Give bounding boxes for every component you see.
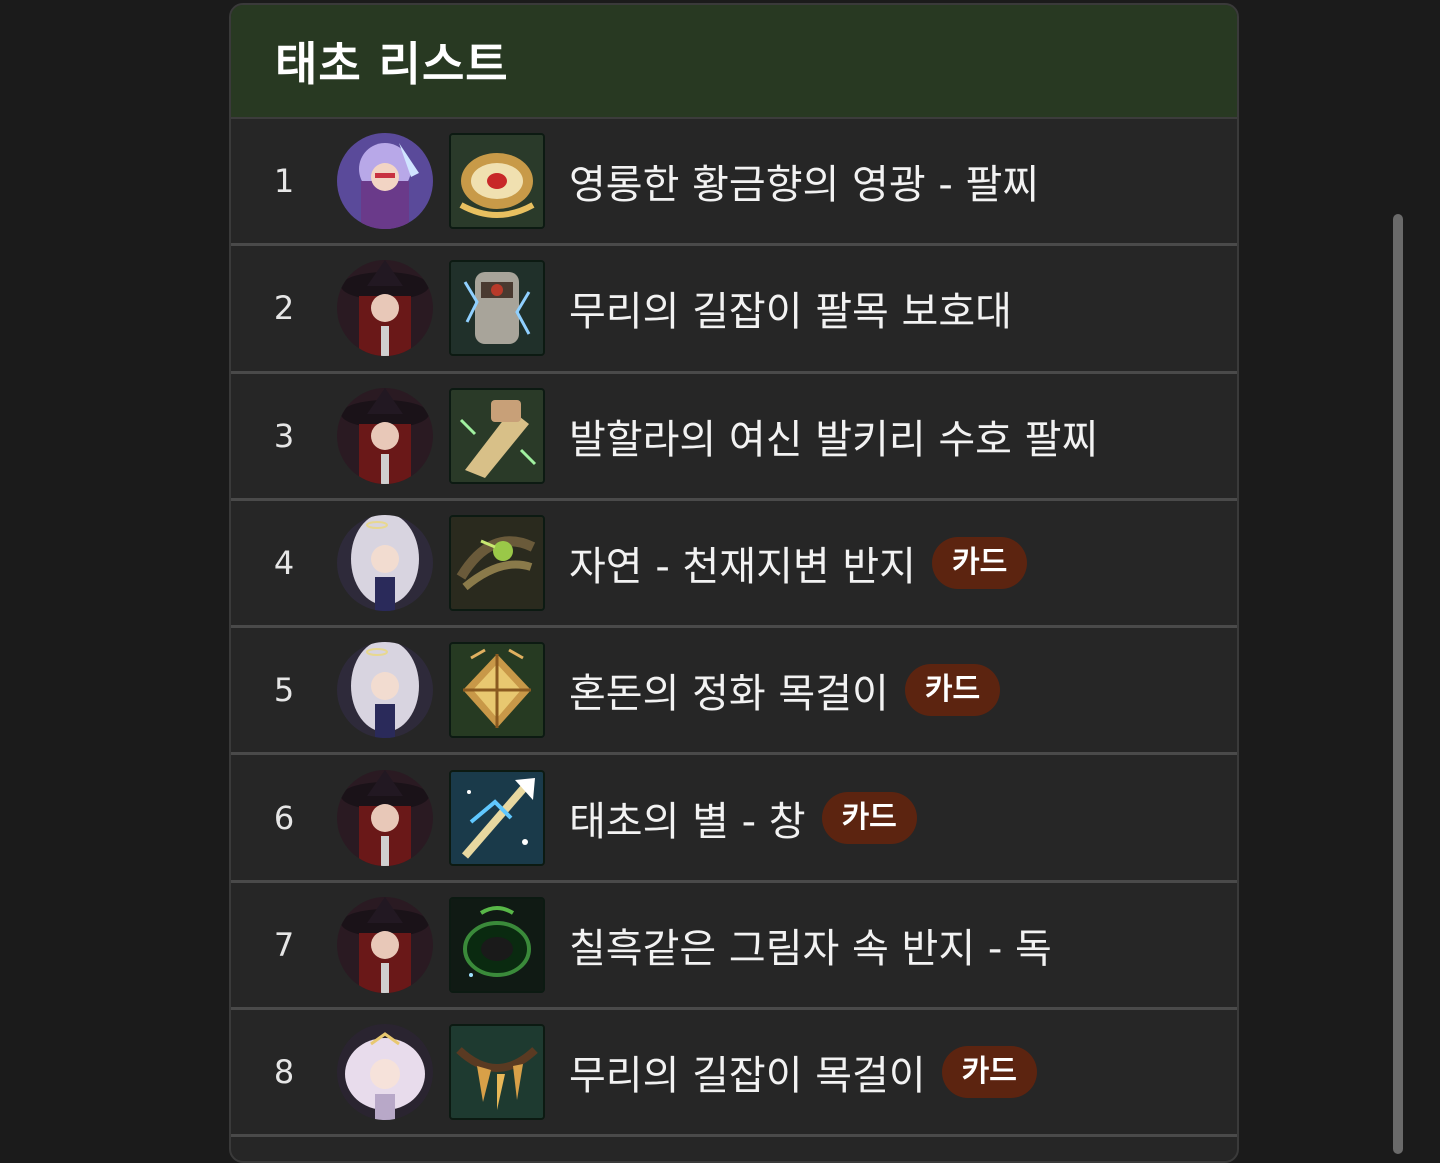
card-badge: 카드 bbox=[941, 1046, 1037, 1099]
wrist-guard-icon bbox=[449, 260, 545, 357]
list-item[interactable]: 8 무리의 길잡이 목걸이 카드 bbox=[231, 1010, 1237, 1138]
item-name: 무리의 길잡이 목걸이 bbox=[569, 1053, 926, 1100]
character-white-hair-icon bbox=[337, 515, 433, 612]
character-pale-girl-icon bbox=[337, 1024, 433, 1121]
rank-number: 4 bbox=[273, 544, 295, 583]
item-name: 무리의 길잡이 팔목 보호대 bbox=[569, 289, 1012, 336]
list-item[interactable]: 3 발할라의 여신 발키리 수호 팔찌 bbox=[231, 374, 1237, 501]
list-item[interactable]: 4 자연 - 천재지변 반지 카드 bbox=[231, 501, 1237, 629]
item-name: 칠흑같은 그림자 속 반지 - 독 bbox=[569, 925, 1052, 972]
tier-list-panel: 태초 리스트 1 영롱한 황금향의 영광 - 팔찌 2 무리의 길잡이 팔목 보… bbox=[229, 3, 1239, 1163]
character-lilac-knight-icon bbox=[337, 133, 433, 230]
item-name: 영롱한 황금향의 영광 - 팔찌 bbox=[569, 162, 1040, 209]
card-badge: 카드 bbox=[821, 791, 917, 844]
scrollbar-thumb[interactable] bbox=[1393, 214, 1403, 1154]
panel-header: 태초 리스트 bbox=[231, 5, 1237, 119]
item-name: 태초의 별 - 창 bbox=[569, 798, 806, 845]
rank-number: 8 bbox=[273, 1053, 295, 1092]
list-item[interactable]: 2 무리의 길잡이 팔목 보호대 bbox=[231, 246, 1237, 374]
character-white-hair-icon bbox=[337, 642, 433, 739]
leaf-necklace-icon bbox=[449, 642, 545, 739]
list-item[interactable]: 6 태초의 별 - 창 카드 bbox=[231, 755, 1237, 883]
rank-number: 5 bbox=[273, 671, 295, 710]
item-name: 발할라의 여신 발키리 수호 팔찌 bbox=[569, 416, 1099, 463]
rank-number: 6 bbox=[273, 798, 295, 837]
list-item[interactable]: 1 영롱한 황금향의 영광 - 팔찌 bbox=[231, 119, 1237, 247]
shadow-ring-icon bbox=[449, 896, 545, 993]
nature-ring-icon bbox=[449, 515, 545, 612]
rank-number: 7 bbox=[273, 925, 295, 964]
card-badge: 카드 bbox=[904, 664, 1001, 717]
valkyrie-bracelet-icon bbox=[449, 387, 545, 484]
rank-number: 2 bbox=[273, 289, 295, 328]
list-item[interactable]: 5 혼돈의 정화 목걸이 카드 bbox=[231, 628, 1237, 756]
star-spear-icon bbox=[449, 769, 545, 866]
golden-bracelet-icon bbox=[449, 133, 545, 230]
character-black-hat-icon bbox=[337, 769, 433, 866]
item-name: 자연 - 천재지변 반지 bbox=[569, 544, 916, 591]
scrollbar[interactable] bbox=[1393, 214, 1405, 1154]
card-badge: 카드 bbox=[931, 537, 1028, 590]
rank-number: 3 bbox=[273, 416, 295, 455]
list-item[interactable]: 7 칠흑같은 그림자 속 반지 - 독 bbox=[231, 883, 1237, 1011]
rank-number: 1 bbox=[273, 162, 295, 201]
fang-necklace-icon bbox=[449, 1024, 545, 1121]
character-black-hat-icon bbox=[337, 260, 433, 357]
character-black-hat-icon bbox=[337, 896, 433, 993]
panel-title: 태초 리스트 bbox=[275, 37, 509, 91]
item-name: 혼돈의 정화 목걸이 bbox=[569, 671, 889, 718]
character-black-hat-icon bbox=[337, 387, 433, 484]
